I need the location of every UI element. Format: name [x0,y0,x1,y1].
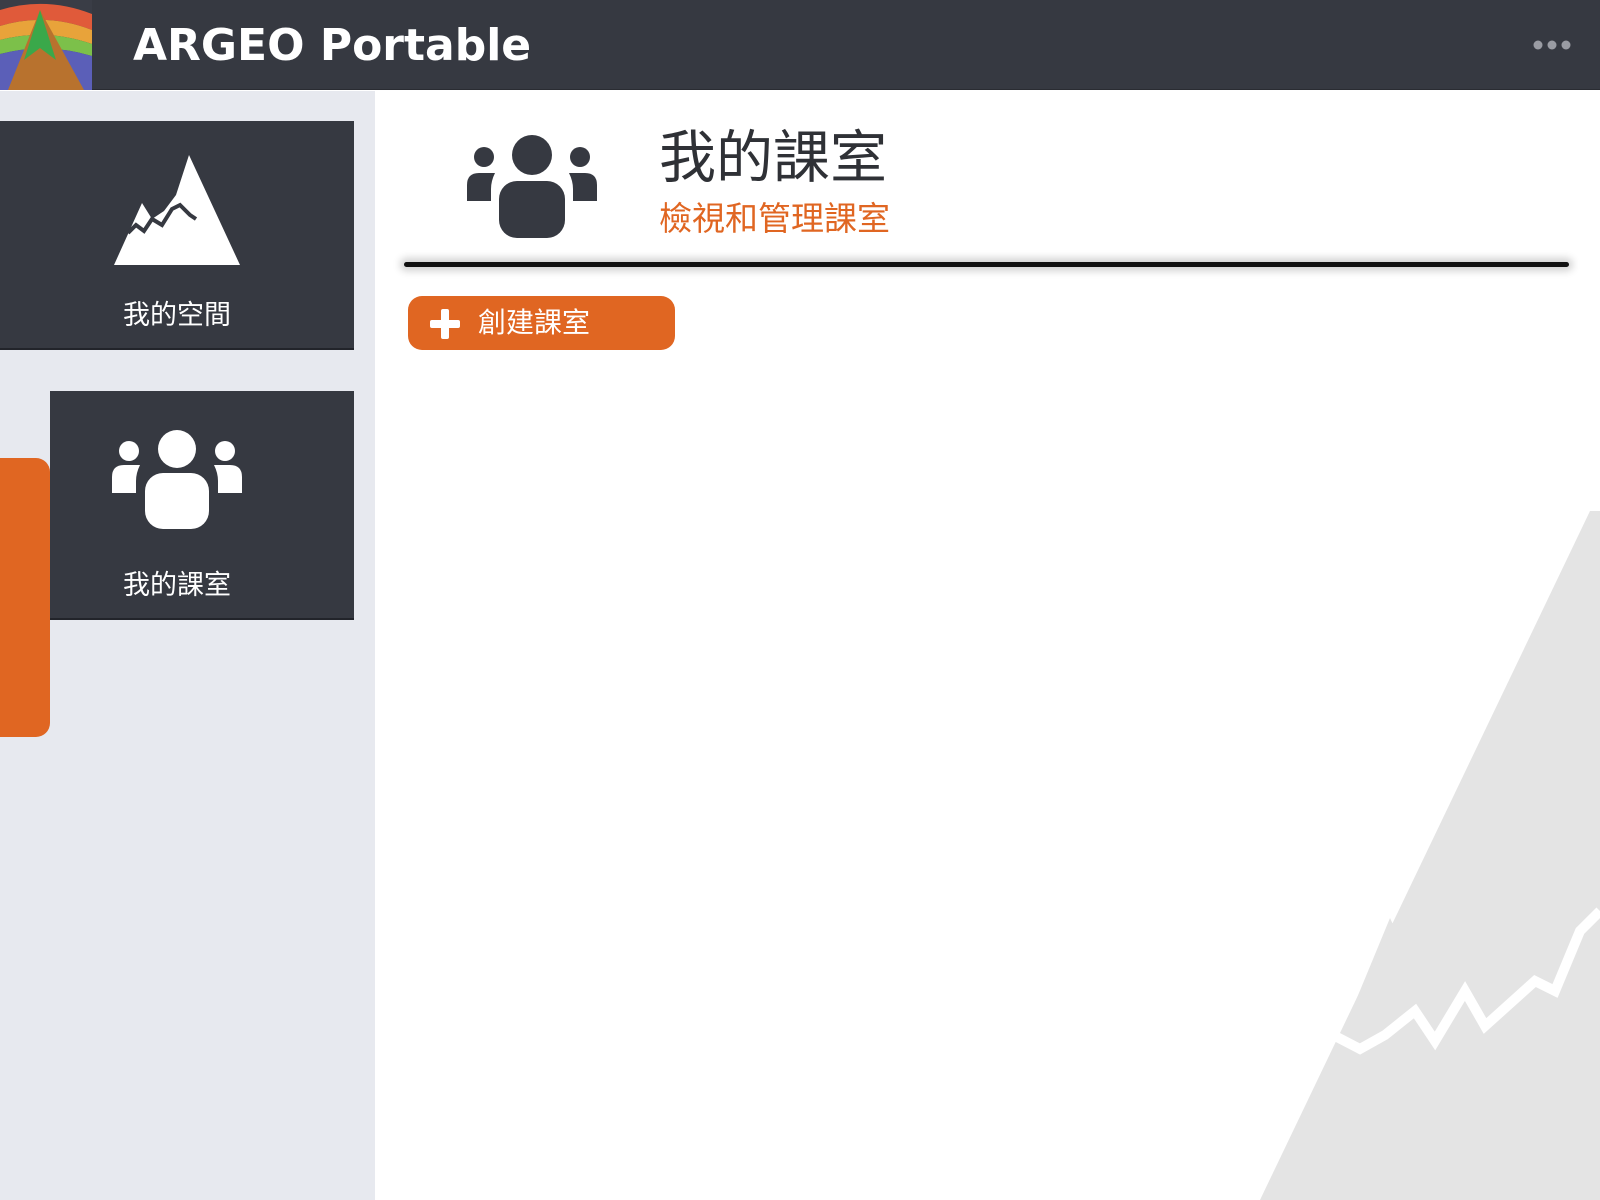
app-logo-icon [0,0,92,90]
ellipsis-icon [1533,40,1571,50]
more-options-button[interactable] [1530,30,1574,60]
mountain-icon [0,155,354,265]
create-classroom-label: 創建課室 [478,306,591,339]
header-divider [404,262,1569,267]
top-bar: ARGEO Portable [0,0,1600,90]
page-title: 我的課室 [659,125,887,191]
group-icon [467,133,597,238]
sidebar-item-label: 我的課室 [123,570,231,601]
app-title: ARGEO Portable [133,20,532,71]
main-content: 我的課室 檢視和管理課室 創建課室 [375,91,1600,1200]
create-classroom-button[interactable]: 創建課室 [408,296,675,350]
plus-icon [430,309,460,339]
sidebar-item-my-space[interactable]: 我的空間 [0,121,354,350]
background-mountain-illustration [1260,511,1600,1200]
sidebar: 我的空間 我的課室 [0,91,375,1200]
page-subtitle: 檢視和管理課室 [659,199,890,238]
group-icon [0,429,354,529]
sidebar-item-my-classroom[interactable]: 我的課室 [50,391,354,620]
sidebar-item-label: 我的空間 [123,300,231,331]
